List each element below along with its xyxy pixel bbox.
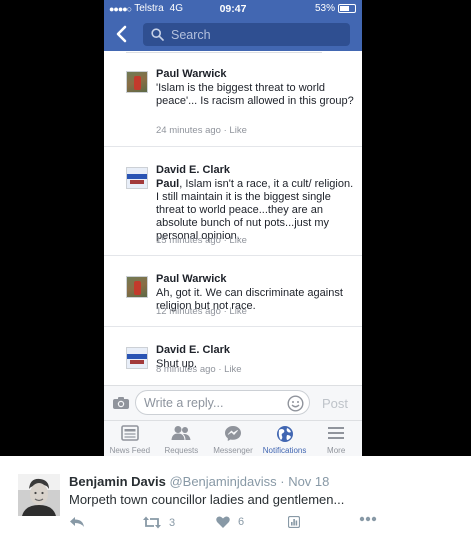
- reply-input[interactable]: [135, 390, 310, 415]
- facebook-app-screenshot: ●●●●○ Telstra 4G 09:47 53% Paul Warwick …: [104, 0, 362, 456]
- more-options-action[interactable]: [359, 516, 377, 522]
- tweet-date[interactable]: Nov 18: [288, 474, 329, 489]
- comment-text: 'Islam is the biggest threat to world pe…: [156, 82, 354, 107]
- comment-like-link[interactable]: Like: [229, 235, 246, 246]
- tweet-author-name[interactable]: Benjamin Davis: [69, 474, 166, 489]
- comment-item: David E. Clark Paul, Islam isn't a race,…: [104, 147, 362, 256]
- tab-label: Messenger: [213, 446, 253, 455]
- comment-time[interactable]: 15 minutes ago: [156, 235, 221, 246]
- search-input[interactable]: [171, 27, 321, 42]
- comment-mention[interactable]: Paul: [156, 178, 179, 190]
- like-count: 6: [238, 516, 245, 528]
- avatar[interactable]: [126, 347, 148, 369]
- tweet-separator: ·: [280, 474, 285, 489]
- globe-icon: [276, 426, 293, 442]
- retweet-count: 3: [169, 516, 176, 529]
- tweet-author-handle[interactable]: @Benjaminjdaviss: [169, 474, 276, 489]
- more-dots-icon: [359, 516, 377, 522]
- reply-composer: Post: [104, 385, 362, 420]
- comment-like-link[interactable]: Like: [224, 364, 241, 375]
- retweet-action[interactable]: 3: [143, 516, 175, 529]
- reply-icon: [70, 517, 84, 527]
- battery-icon: [338, 4, 356, 13]
- comment-author[interactable]: Paul Warwick: [156, 68, 227, 80]
- battery-indicator: 53%: [315, 3, 356, 14]
- like-action[interactable]: 6: [216, 516, 244, 528]
- profile-photo-icon: [18, 474, 60, 516]
- comment-like-link[interactable]: Like: [229, 306, 246, 317]
- battery-percent: 53%: [314, 3, 335, 14]
- tab-label: Notifications: [262, 446, 307, 455]
- avatar[interactable]: [126, 71, 148, 93]
- tab-notifications[interactable]: Notifications: [259, 421, 311, 456]
- comment-time[interactable]: 8 minutes ago: [156, 364, 216, 375]
- retweet-icon: [143, 516, 161, 529]
- comment-like-link[interactable]: Like: [229, 125, 246, 136]
- meta-separator: ·: [218, 364, 222, 375]
- tab-requests[interactable]: Requests: [156, 421, 208, 456]
- heart-icon: [216, 516, 230, 528]
- avatar[interactable]: [126, 276, 148, 298]
- comment-time[interactable]: 12 minutes ago: [156, 306, 221, 317]
- meta-separator: ·: [223, 235, 227, 246]
- tweet-author-line: Benjamin Davis @Benjaminjdaviss · Nov 18: [69, 474, 329, 489]
- avatar[interactable]: [18, 474, 60, 516]
- search-icon: [151, 28, 164, 41]
- news-feed-icon: [120, 425, 139, 441]
- emoji-icon[interactable]: [287, 395, 304, 412]
- comment-meta: 12 minutes ago · Like: [156, 306, 247, 317]
- comment-author[interactable]: David E. Clark: [156, 344, 230, 356]
- tab-label: News Feed: [109, 446, 151, 455]
- tweet-text: Morpeth town councillor ladies and gentl…: [69, 492, 345, 507]
- comment-author[interactable]: Paul Warwick: [156, 273, 227, 285]
- menu-icon: [328, 427, 345, 439]
- comment-author[interactable]: David E. Clark: [156, 164, 230, 176]
- tab-label: Requests: [164, 446, 199, 455]
- status-bar: ●●●●○ Telstra 4G 09:47 53%: [104, 0, 362, 17]
- tab-news-feed[interactable]: News Feed: [104, 421, 156, 456]
- camera-icon[interactable]: [112, 396, 130, 410]
- bottom-tab-bar: News Feed Requests Messenger Notificatio…: [104, 420, 362, 456]
- tab-label: More: [327, 446, 346, 455]
- reply-action[interactable]: [69, 516, 85, 528]
- tweet-card: Benjamin Davis @Benjaminjdaviss · Nov 18…: [0, 456, 471, 553]
- tab-messenger[interactable]: Messenger: [207, 421, 259, 456]
- meta-separator: ·: [223, 125, 227, 136]
- comment-meta: 24 minutes ago · Like: [156, 125, 247, 136]
- messenger-icon: [224, 426, 241, 441]
- comment-meta: 8 minutes ago · Like: [156, 364, 242, 375]
- back-chevron-icon[interactable]: [114, 25, 128, 43]
- comment-text: Paul, Islam isn't a race, it a cult/ rel…: [156, 178, 356, 243]
- post-button[interactable]: Post: [322, 396, 348, 411]
- comment-meta: 15 minutes ago · Like: [156, 235, 247, 246]
- meta-separator: ·: [223, 306, 227, 317]
- comment-time[interactable]: 24 minutes ago: [156, 125, 221, 136]
- friend-requests-icon: [171, 426, 191, 440]
- search-box[interactable]: [143, 23, 350, 46]
- comment-item: David E. Clark Shut up. 8 minutes ago · …: [104, 327, 362, 385]
- analytics-icon: [288, 516, 300, 528]
- comment-body: , Islam isn't a race, it a cult/ religio…: [156, 178, 354, 242]
- comment-item: Paul Warwick 'Islam is the biggest threa…: [104, 51, 362, 147]
- tab-more[interactable]: More: [310, 421, 362, 456]
- comment-item: Paul Warwick Ah, got it. We can discrimi…: [104, 256, 362, 327]
- analytics-action[interactable]: [288, 516, 300, 528]
- avatar[interactable]: [126, 167, 148, 189]
- navigation-bar: [104, 17, 362, 51]
- comment-thread: Paul Warwick 'Islam is the biggest threa…: [104, 51, 362, 385]
